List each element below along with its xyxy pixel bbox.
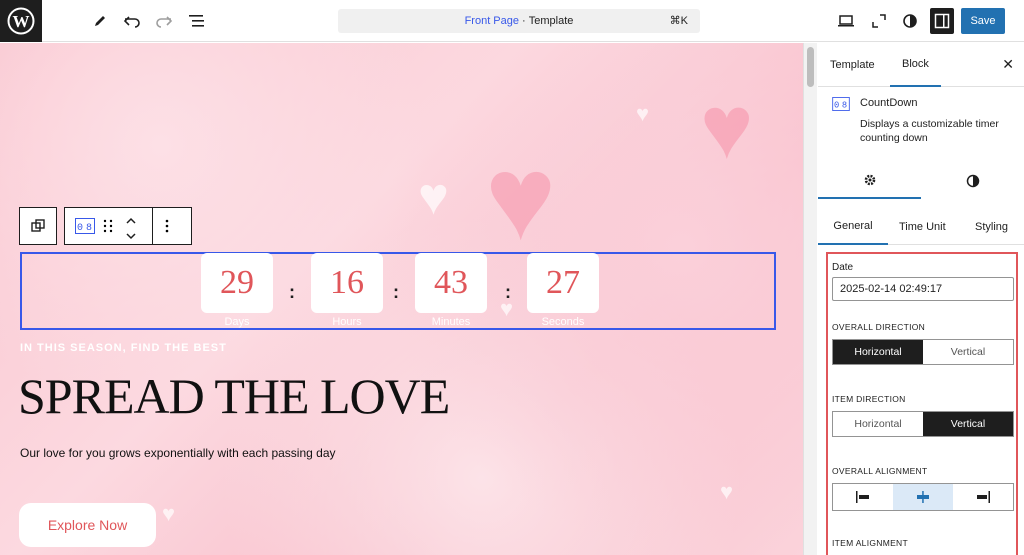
countdown-minutes-value: 43 — [415, 253, 487, 313]
toolbar-divider — [152, 208, 153, 244]
settings-subtabs: General Time Unit Styling — [818, 209, 1024, 245]
overall-alignment-toggle — [832, 483, 1014, 511]
overall-direction-horizontal[interactable]: Horizontal — [833, 340, 923, 364]
close-icon[interactable]: ✕ — [1002, 56, 1014, 73]
decorative-heart-icon: ♥ — [636, 101, 650, 126]
hero-kicker[interactable]: IN THIS SEASON, FIND THE BEST — [20, 342, 227, 354]
move-down-icon[interactable] — [125, 228, 137, 246]
hero-subtitle[interactable]: Our love for you grows exponentially wit… — [20, 446, 336, 460]
settings-sidebar-toggle-icon[interactable] — [930, 8, 954, 34]
wordpress-logo-icon[interactable]: W — [0, 0, 42, 42]
settings-tab[interactable] — [818, 163, 921, 199]
item-direction-horizontal[interactable]: Horizontal — [833, 412, 923, 436]
countdown-block-icon: 08 — [832, 97, 850, 116]
date-label: Date — [832, 262, 854, 273]
parent-block-button[interactable] — [19, 207, 57, 245]
overall-direction-label: OVERALL DIRECTION — [832, 322, 926, 332]
canvas-scrollbar[interactable] — [803, 43, 817, 555]
countdown-separator: : — [505, 282, 511, 302]
align-right-icon[interactable] — [953, 484, 1013, 510]
countdown-hours-label: Hours — [332, 316, 362, 328]
document-overview-icon[interactable] — [186, 9, 208, 33]
decorative-heart-icon: ♥ — [418, 168, 449, 226]
svg-text:W: W — [13, 12, 30, 31]
explore-now-button[interactable]: Explore Now — [19, 503, 156, 547]
countdown-days-value: 29 — [201, 253, 273, 313]
overall-alignment-label: OVERALL ALIGNMENT — [832, 466, 928, 476]
inspector-tabs — [818, 163, 1024, 199]
editor-top-bar: W + Front Page · Template ⌘K Save — [0, 0, 1024, 42]
svg-text:8: 8 — [86, 223, 92, 234]
countdown-separator: : — [393, 282, 399, 302]
tab-general[interactable]: General — [818, 209, 888, 245]
align-left-icon[interactable] — [833, 484, 893, 510]
item-alignment-label: ITEM ALIGNMENT — [832, 538, 908, 548]
edit-tools-icon[interactable] — [90, 9, 110, 33]
contrast-icon — [966, 174, 979, 188]
block-name: CountDown — [860, 97, 918, 109]
command-separator: · — [519, 15, 529, 27]
tab-template[interactable]: Template — [830, 43, 875, 87]
overall-direction-toggle: Horizontal Vertical — [832, 339, 1014, 365]
countdown-separator: : — [289, 282, 295, 302]
decorative-heart-icon: ♥ — [700, 78, 754, 178]
block-toolbar: 08 — [19, 207, 192, 245]
scrollbar-thumb[interactable] — [807, 47, 814, 87]
general-settings-panel: Date 2025-02-14 02:49:17 OVERALL DIRECTI… — [826, 252, 1018, 555]
block-controls: 08 — [64, 207, 192, 245]
hero-title[interactable]: SPREAD THE LOVE — [18, 367, 450, 425]
fullscreen-icon[interactable] — [869, 9, 889, 33]
countdown-block[interactable]: 29 Days : 16 Hours : 43 Minutes : 27 Sec… — [20, 252, 776, 330]
command-shortcut: ⌘K — [669, 15, 688, 27]
decorative-heart-icon: ♥ — [720, 479, 734, 504]
drag-handle-icon[interactable] — [103, 219, 113, 238]
command-type: Template — [528, 15, 574, 27]
tab-time-unit[interactable]: Time Unit — [899, 209, 946, 245]
item-direction-toggle: Horizontal Vertical — [832, 411, 1014, 437]
decorative-heart-icon: ♥ — [162, 501, 176, 526]
countdown-hours: 16 Hours — [311, 253, 383, 328]
tab-styling[interactable]: Styling — [975, 209, 1008, 245]
item-direction-vertical[interactable]: Vertical — [923, 412, 1013, 436]
date-input[interactable]: 2025-02-14 02:49:17 — [832, 277, 1014, 301]
undo-icon[interactable] — [122, 9, 142, 33]
more-options-icon[interactable] — [165, 219, 169, 238]
device-preview-icon[interactable] — [836, 9, 856, 33]
countdown-days: 29 Days — [201, 253, 273, 328]
countdown-minutes-label: Minutes — [431, 316, 471, 328]
countdown-seconds: 27 Seconds — [527, 253, 599, 328]
align-center-icon[interactable] — [893, 484, 953, 510]
styles-tab[interactable] — [921, 163, 1024, 199]
duplicate-icon — [31, 219, 45, 232]
svg-text:0: 0 — [834, 101, 839, 111]
overall-direction-vertical[interactable]: Vertical — [923, 340, 1013, 364]
block-description: Displays a customizable timer counting d… — [860, 118, 999, 144]
svg-text:0: 0 — [77, 223, 83, 234]
decorative-heart-icon: ♥ — [485, 131, 557, 265]
countdown-seconds-value: 27 — [527, 253, 599, 313]
gear-icon — [864, 174, 875, 186]
styles-icon[interactable] — [900, 9, 920, 33]
countdown-hours-value: 16 — [311, 253, 383, 313]
command-palette-bar[interactable]: Front Page · Template ⌘K — [338, 9, 700, 33]
item-direction-label: ITEM DIRECTION — [832, 394, 906, 404]
command-page-name: Front Page — [464, 15, 519, 27]
countdown-days-label: Days — [224, 316, 250, 328]
sidebar-tabs: Template Block ✕ — [818, 43, 1024, 87]
countdown-seconds-label: Seconds — [541, 316, 585, 328]
countdown-block-icon[interactable]: 08 — [75, 218, 95, 239]
save-button[interactable]: Save — [961, 8, 1005, 34]
redo-icon[interactable] — [154, 9, 174, 33]
svg-text:8: 8 — [842, 101, 847, 111]
countdown-minutes: 43 Minutes — [415, 253, 487, 328]
settings-sidebar: Template Block ✕ 08 CountDown Displays a… — [818, 43, 1024, 555]
tab-block[interactable]: Block — [890, 43, 941, 87]
